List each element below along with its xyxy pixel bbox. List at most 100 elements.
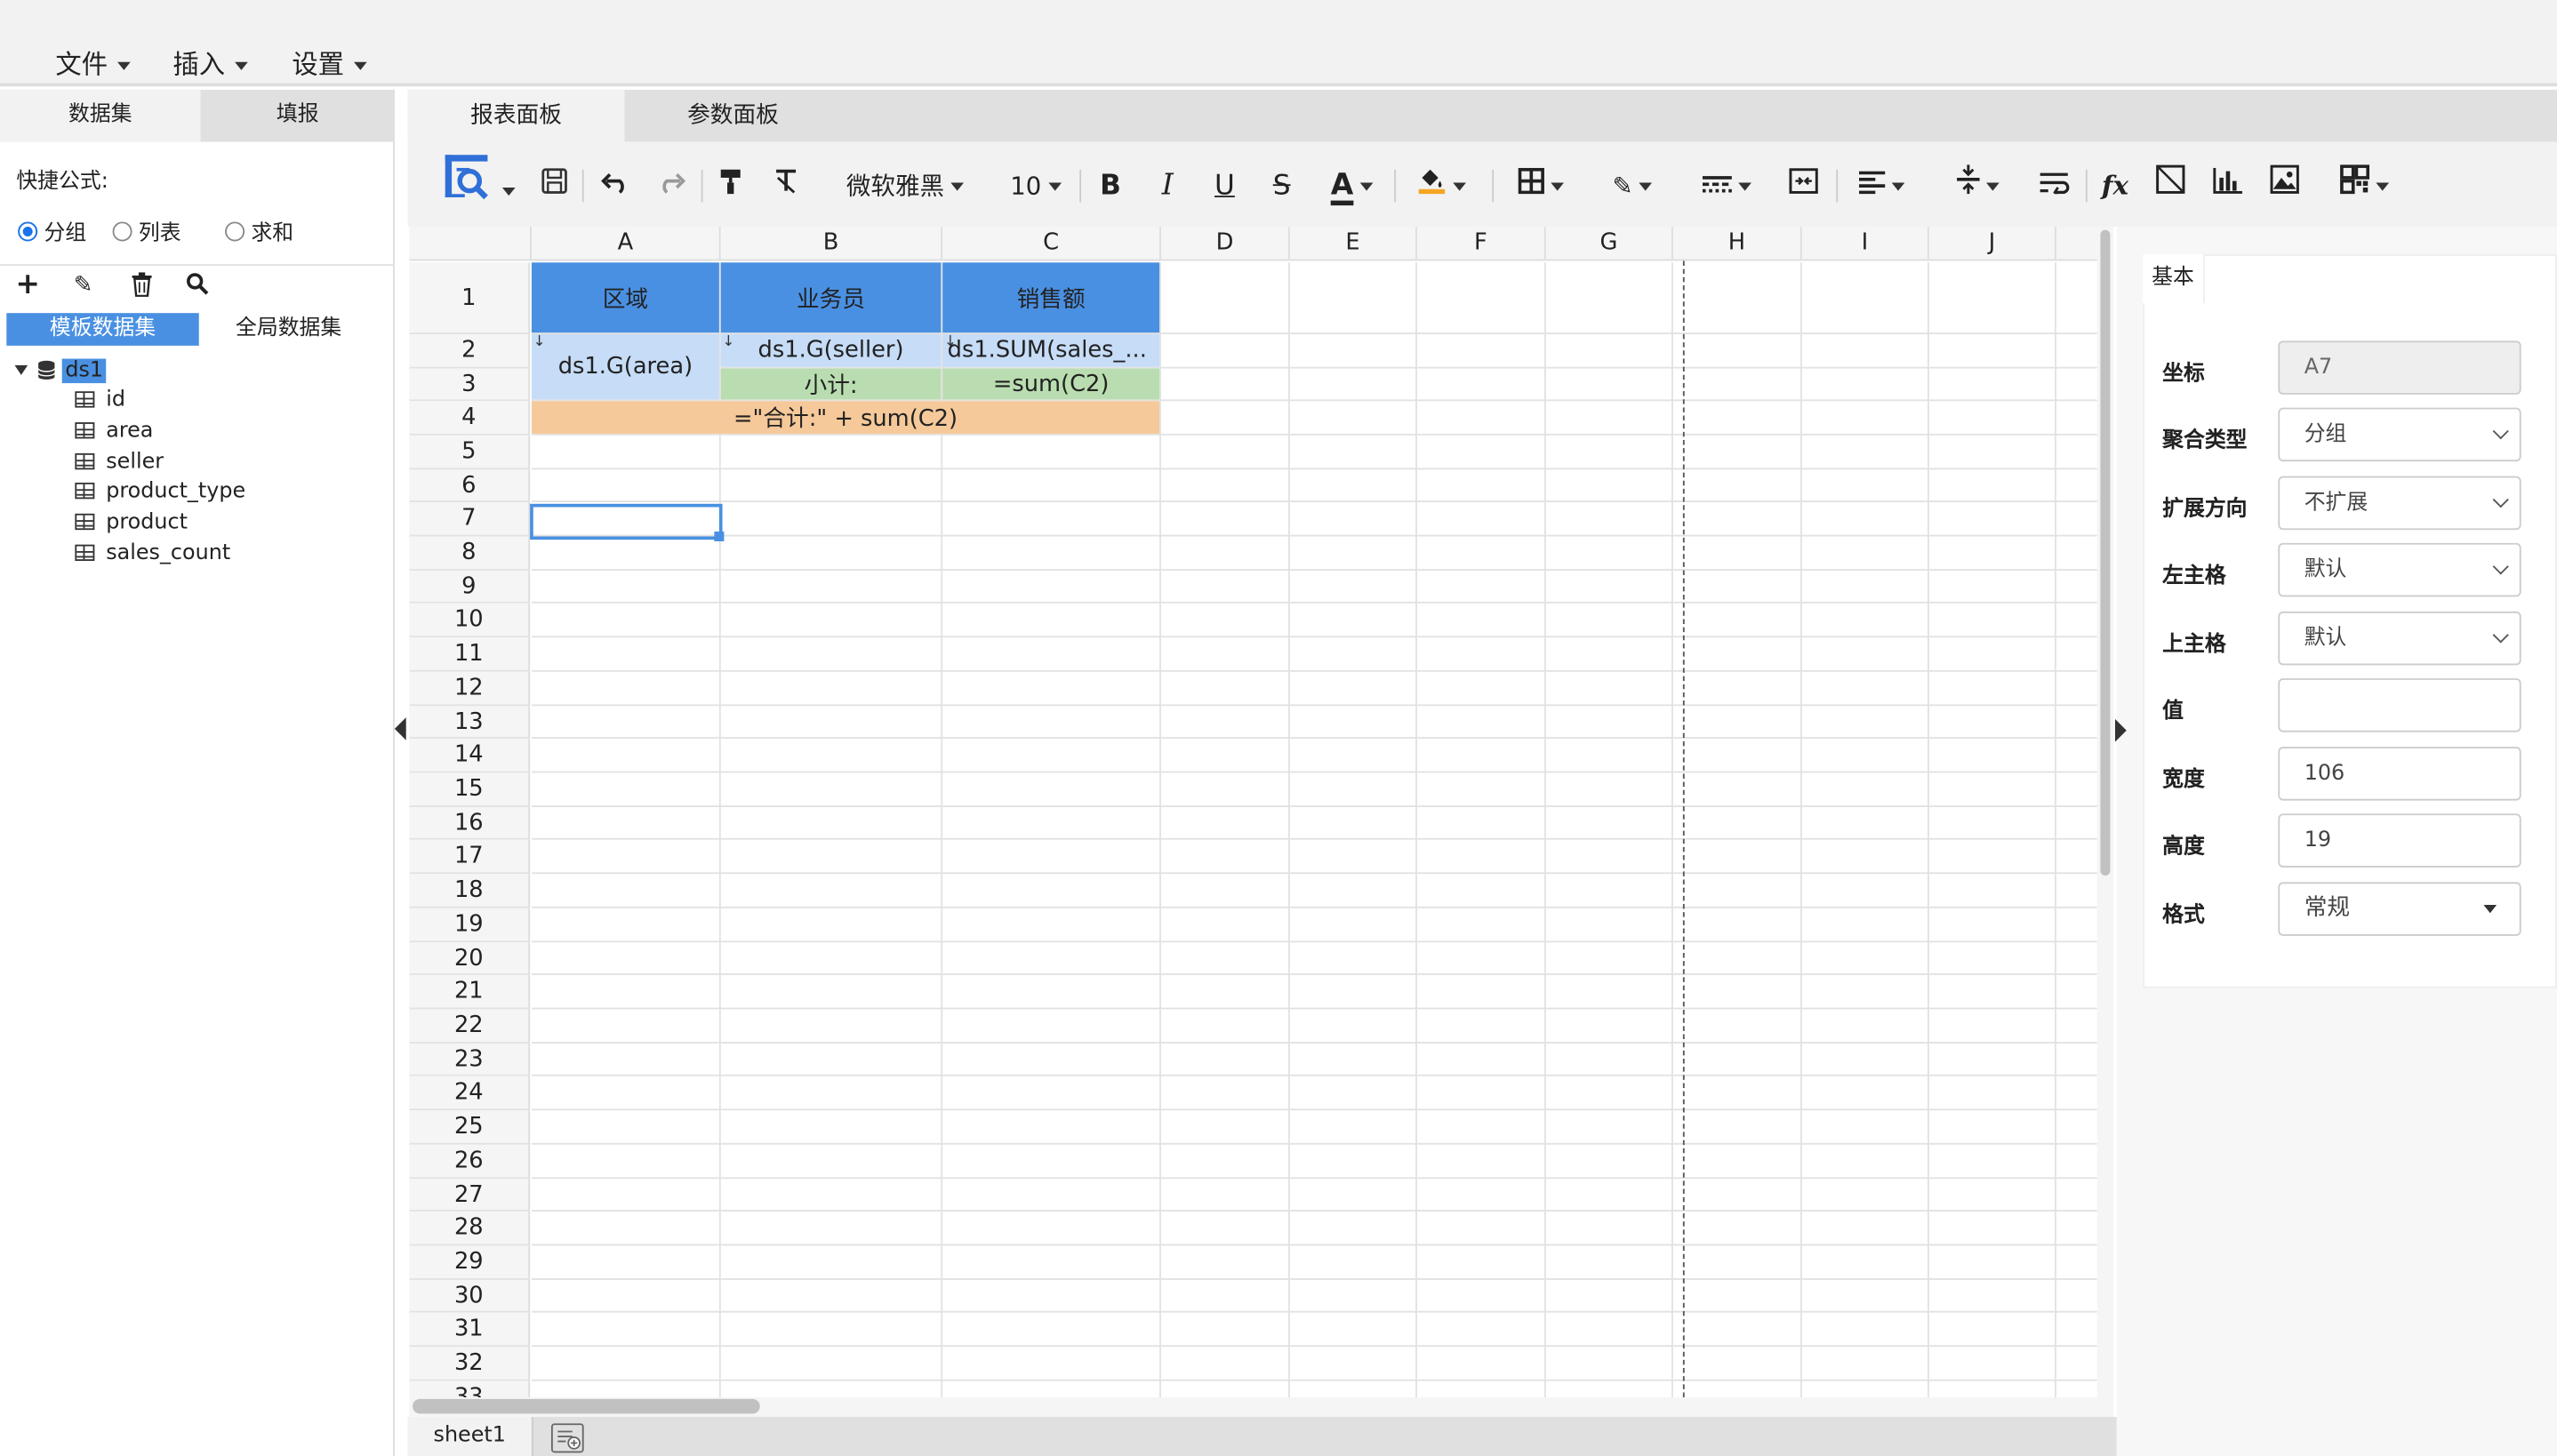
font-size-select[interactable]: 10 <box>1006 163 1065 208</box>
fill-handle[interactable] <box>714 531 725 541</box>
row-header-14[interactable]: 14 <box>409 738 531 773</box>
row-header-16[interactable]: 16 <box>409 806 531 840</box>
row-header-20[interactable]: 20 <box>409 942 531 975</box>
selected-cell-A7[interactable] <box>530 503 723 540</box>
expand-arrow-icon[interactable] <box>14 364 28 375</box>
strikethrough-button[interactable]: S <box>1267 163 1296 208</box>
save-icon[interactable] <box>538 163 571 208</box>
tree-root-ds1[interactable]: ds1 <box>14 357 107 387</box>
tree-field-sales-count[interactable]: sales_count <box>75 540 230 569</box>
spreadsheet-grid[interactable]: ABCDEFGHIJ 1 2 3 4 5 6 7 8 9 10 11 12 13 14 15 16 17 18 19… <box>409 226 2097 1397</box>
row-header-28[interactable]: 28 <box>409 1211 531 1246</box>
wrap-text-icon[interactable] <box>2037 163 2072 208</box>
column-header-H[interactable]: H <box>1672 226 1802 261</box>
value-input[interactable] <box>2278 678 2521 732</box>
fill-color-button[interactable] <box>1412 163 1471 208</box>
pencil-icon[interactable]: ✎ <box>68 272 98 301</box>
cell-C3[interactable]: =sum(C2) <box>942 368 1160 400</box>
bold-button[interactable]: B <box>1096 163 1126 208</box>
font-name-select[interactable]: 微软雅黑 <box>837 163 974 208</box>
tab-fill[interactable]: 填报 <box>201 90 395 142</box>
row-header-27[interactable]: 27 <box>409 1179 531 1212</box>
border-style-button[interactable] <box>1697 163 1756 208</box>
row-header-1[interactable]: 1 <box>409 262 531 335</box>
italic-button[interactable]: I <box>1153 163 1182 208</box>
row-header-2[interactable]: 2 <box>409 334 531 369</box>
underline-button[interactable]: U <box>1210 163 1239 208</box>
column-header-I[interactable]: I <box>1801 226 1929 261</box>
diagonal-slash-icon[interactable] <box>2154 163 2187 208</box>
cell-B1[interactable]: 业务员 <box>720 262 942 333</box>
plus-icon[interactable]: + <box>13 270 43 301</box>
tab-basic[interactable]: 基本 <box>2143 254 2205 304</box>
column-header-J[interactable]: J <box>1928 226 2056 261</box>
cell-B2[interactable]: ds1.G(seller) <box>720 334 942 367</box>
merge-cells-icon[interactable] <box>1785 163 1821 208</box>
cell-A4[interactable]: ="合计:" + sum(C2) <box>531 401 1160 434</box>
menu-settings[interactable]: 设置 <box>292 43 367 82</box>
format-painter-icon[interactable] <box>714 163 747 208</box>
sheet-tab-sheet1[interactable]: sheet1 <box>407 1417 533 1456</box>
radio-group[interactable]: 分组 <box>18 215 86 246</box>
tab-global-dataset[interactable]: 全局数据集 <box>199 313 379 346</box>
radio-list[interactable]: 列表 <box>112 215 181 246</box>
menu-file[interactable]: 文件 <box>55 43 131 82</box>
row-header-8[interactable]: 8 <box>409 536 531 572</box>
qrcode-button[interactable] <box>2332 163 2397 208</box>
add-sheet-icon[interactable] <box>550 1423 584 1453</box>
trash-icon[interactable] <box>127 272 156 301</box>
clear-format-icon[interactable] <box>770 163 803 208</box>
tab-param-panel[interactable]: 参数面板 <box>624 90 841 142</box>
column-header-G[interactable]: G <box>1545 226 1673 261</box>
cell-C2[interactable]: ds1.SUM(sales_... <box>942 334 1160 367</box>
aggregate-type-select[interactable]: 分组 <box>2278 407 2521 462</box>
row-header-4[interactable]: 4 <box>409 401 531 436</box>
tab-dataset[interactable]: 数据集 <box>0 89 201 142</box>
horizontal-scroll-thumb[interactable] <box>413 1398 760 1414</box>
tab-report-panel[interactable]: 报表面板 <box>407 89 625 142</box>
tree-field-area[interactable]: area <box>75 418 153 447</box>
collapse-left-icon[interactable] <box>394 717 406 740</box>
expand-direction-select[interactable]: 不扩展 <box>2278 476 2521 531</box>
radio-sum[interactable]: 求和 <box>225 215 293 246</box>
cell-C1[interactable]: 销售额 <box>942 262 1160 333</box>
row-header-7[interactable]: 7 <box>409 501 531 537</box>
tree-field-product[interactable]: product <box>75 508 188 538</box>
undo-icon[interactable] <box>597 163 632 208</box>
row-header-24[interactable]: 24 <box>409 1076 531 1111</box>
row-header-9[interactable]: 9 <box>409 571 531 604</box>
width-input[interactable]: 106 <box>2278 747 2521 801</box>
row-header-21[interactable]: 21 <box>409 974 531 1010</box>
border-color-button[interactable]: ✎ <box>1603 163 1662 208</box>
chart-icon[interactable] <box>2211 163 2244 208</box>
row-header-11[interactable]: 11 <box>409 637 531 672</box>
top-parent-select[interactable]: 默认 <box>2278 611 2521 666</box>
row-header-15[interactable]: 15 <box>409 772 531 807</box>
format-select[interactable]: 常规 <box>2278 882 2521 936</box>
column-header-C[interactable]: C <box>942 226 1161 261</box>
tab-template-dataset[interactable]: 模板数据集 <box>6 313 199 346</box>
row-header-32[interactable]: 32 <box>409 1347 531 1381</box>
image-icon[interactable] <box>2267 163 2303 208</box>
row-header-30[interactable]: 30 <box>409 1279 531 1313</box>
tree-field-product-type[interactable]: product_type <box>75 477 245 507</box>
font-color-button[interactable]: A <box>1323 163 1382 208</box>
collapse-right-icon[interactable] <box>2114 718 2127 742</box>
row-header-13[interactable]: 13 <box>409 706 531 739</box>
search-icon[interactable] <box>182 272 212 301</box>
menu-insert[interactable]: 插入 <box>172 43 248 82</box>
column-header-A[interactable]: A <box>531 226 721 261</box>
corner-cell[interactable] <box>409 226 532 261</box>
height-input[interactable]: 19 <box>2278 813 2521 868</box>
column-header-D[interactable]: D <box>1160 226 1290 261</box>
row-header-6[interactable]: 6 <box>409 469 531 502</box>
row-header-26[interactable]: 26 <box>409 1144 531 1180</box>
row-header-31[interactable]: 31 <box>409 1312 531 1348</box>
row-header-25[interactable]: 25 <box>409 1110 531 1145</box>
column-header[interactable] <box>2056 226 2097 261</box>
redo-icon[interactable] <box>654 163 690 208</box>
row-header-29[interactable]: 29 <box>409 1245 531 1280</box>
cell-B3[interactable]: 小计: <box>720 368 942 400</box>
column-header-B[interactable]: B <box>720 226 943 261</box>
row-header-19[interactable]: 19 <box>409 908 531 943</box>
